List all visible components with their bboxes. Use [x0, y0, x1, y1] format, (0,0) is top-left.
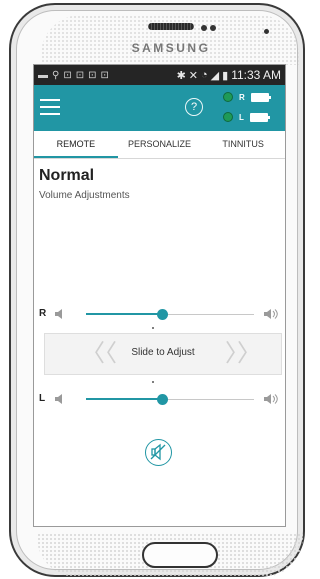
- slide-to-adjust-pad[interactable]: 〈〈 Slide to Adjust 〉〉: [44, 333, 282, 375]
- connection-indicator-icon: [223, 92, 233, 102]
- right-ear-label: R: [239, 92, 245, 102]
- status-bar: ▬ ⚲ ⊡ ⊡ ⊡ ⊡ ✱ ✕ ◔ ◢ ▮ 11:33 AM: [34, 65, 285, 85]
- signal-icon: ◢: [210, 69, 220, 82]
- front-camera: [264, 29, 269, 34]
- home-button[interactable]: [142, 542, 218, 568]
- link-icon: ⚲: [52, 69, 60, 81]
- app-bar: ? R L: [34, 85, 285, 131]
- battery-icon: [249, 112, 270, 122]
- volume-low-icon: [55, 394, 62, 404]
- tab-personalize[interactable]: PERSONALIZE: [118, 131, 202, 158]
- program-title: Normal: [39, 167, 95, 184]
- tab-remote[interactable]: REMOTE: [34, 131, 118, 158]
- battery-status-icon: ▮: [222, 69, 229, 82]
- right-volume-slider[interactable]: R: [39, 307, 281, 323]
- right-slider-label: R: [39, 308, 47, 319]
- mute-icon: [150, 443, 166, 461]
- lock-icon: ⊡: [100, 69, 109, 81]
- app-screen: ▬ ⚲ ⊡ ⊡ ⊡ ⊡ ✱ ✕ ◔ ◢ ▮ 11:33 AM ? R L REM…: [33, 64, 286, 527]
- tab-bar: REMOTE PERSONALIZE TINNITUS: [34, 131, 285, 159]
- front-sensor: [201, 25, 207, 31]
- lock-icon: ⊡: [75, 69, 85, 81]
- volume-high-icon: [264, 309, 278, 319]
- front-sensor-2: [210, 25, 216, 31]
- lock-icon: ⊡: [88, 69, 97, 81]
- chevron-right-icon: 〉〉: [225, 340, 261, 367]
- brand-logo: SAMSUNG: [131, 41, 211, 55]
- slider-fill: [86, 313, 162, 315]
- slider-knob[interactable]: [157, 309, 168, 320]
- left-volume-slider[interactable]: L: [39, 392, 281, 408]
- message-icon: ▬: [38, 69, 48, 81]
- slider-fill: [86, 398, 162, 400]
- notification-icons: ▬ ⚲ ⊡ ⊡ ⊡ ⊡: [38, 70, 109, 81]
- slider-center-marker: [152, 327, 154, 329]
- help-icon[interactable]: ?: [185, 98, 203, 116]
- earpiece-speaker: [148, 23, 194, 30]
- connection-indicator-icon: [223, 112, 233, 122]
- slider-center-marker: [152, 381, 154, 383]
- left-ear-label: L: [239, 112, 244, 122]
- status-indicators: ✱ ✕ ◔ ◢ ▮ 11:33 AM: [177, 68, 281, 82]
- left-hearing-aid-status: L: [223, 112, 270, 122]
- section-label: Volume Adjustments: [39, 190, 130, 201]
- hamburger-menu-icon[interactable]: [40, 99, 60, 115]
- remote-panel: Normal Volume Adjustments: [34, 159, 285, 201]
- volume-low-icon: [55, 309, 62, 319]
- lock-icon: ⊡: [63, 69, 72, 81]
- bluetooth-icon: ✱: [176, 69, 186, 82]
- slider-knob[interactable]: [157, 394, 168, 405]
- status-time: 11:33 AM: [231, 68, 281, 82]
- left-slider-label: L: [39, 393, 46, 404]
- volume-high-icon: [264, 394, 278, 404]
- mute-button[interactable]: [145, 439, 172, 466]
- right-hearing-aid-status: R: [223, 92, 271, 102]
- battery-icon: [250, 92, 271, 102]
- tab-tinnitus[interactable]: TINNITUS: [201, 131, 285, 158]
- wifi-icon: ◔: [201, 69, 208, 81]
- mute-status-icon: ✕: [188, 69, 198, 82]
